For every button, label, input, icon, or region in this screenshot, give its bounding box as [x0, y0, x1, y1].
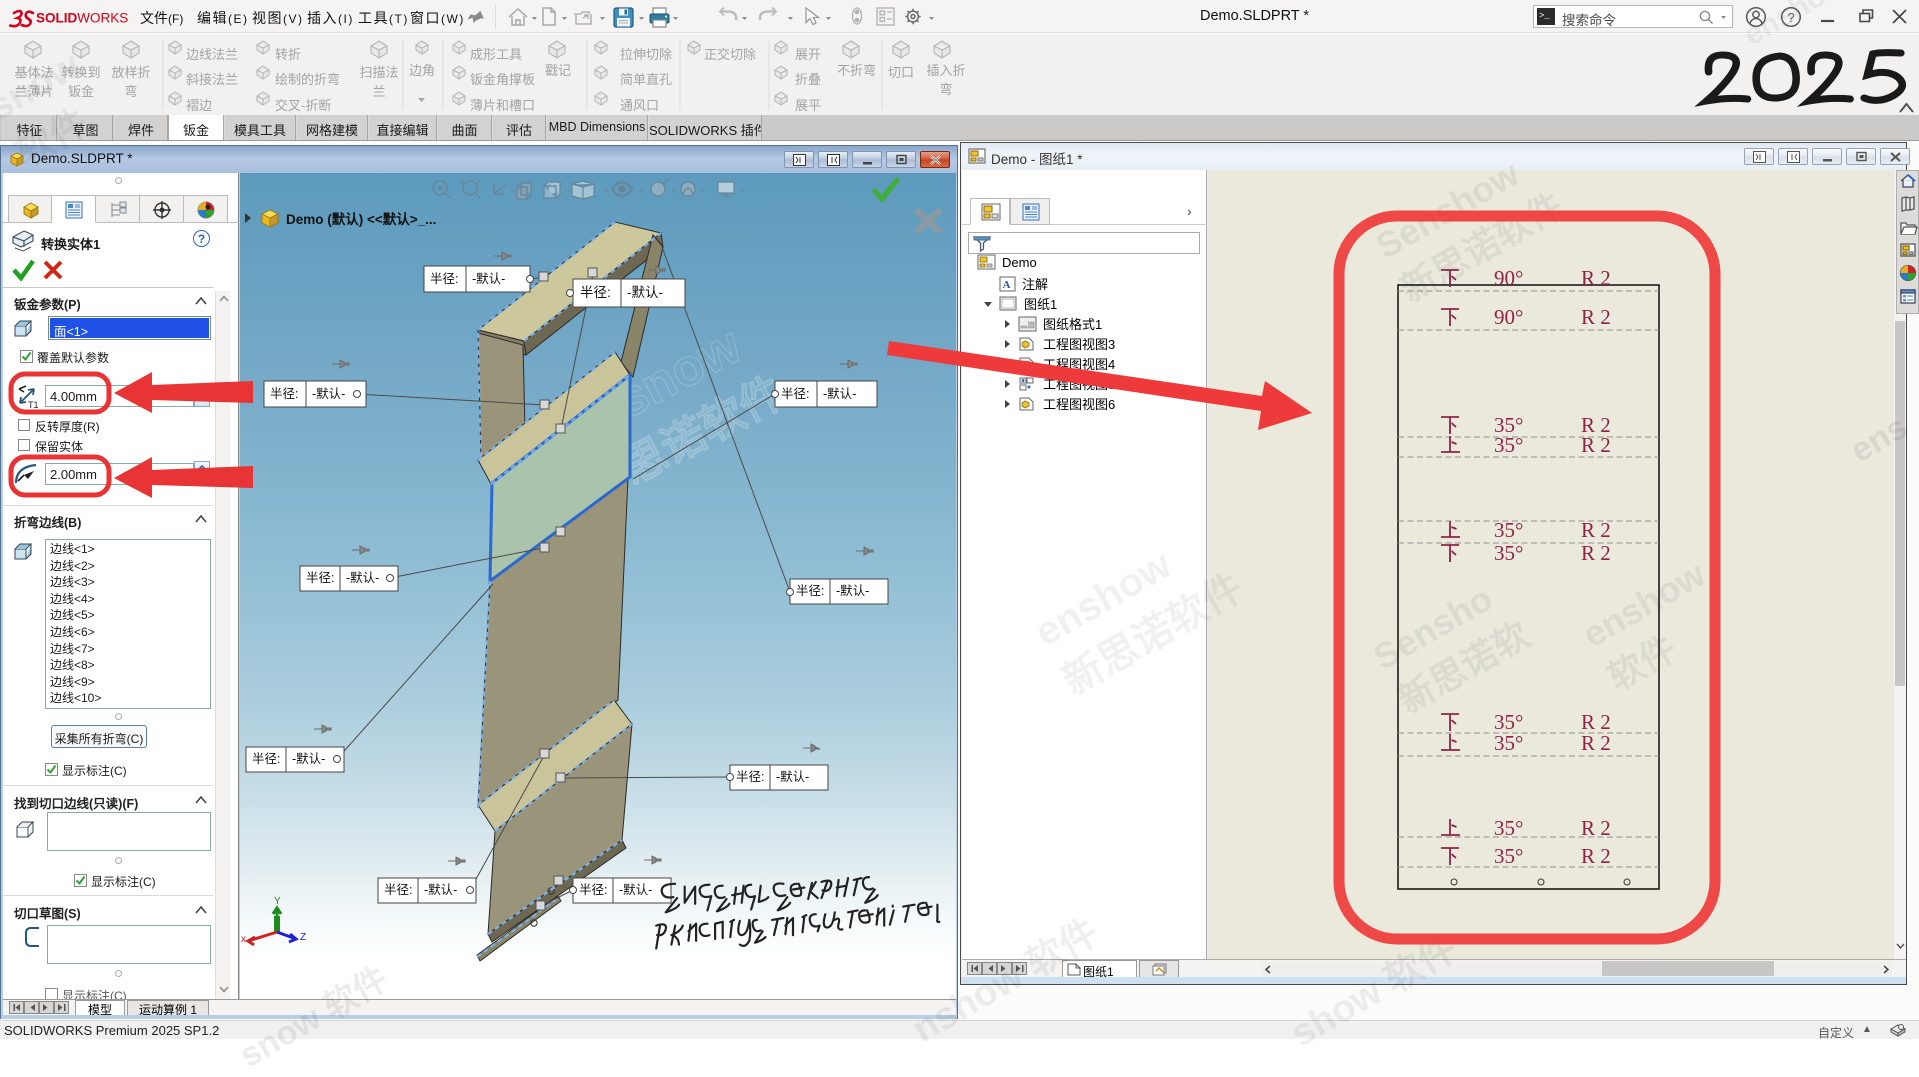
svg-text:半径:: 半径:	[579, 883, 607, 897]
svg-text:半径:: 半径:	[306, 571, 334, 585]
svg-text:-默认-: -默认-	[836, 583, 869, 598]
svg-text:图纸格式1: 图纸格式1	[1043, 317, 1102, 332]
svg-text:半径:: 半径:	[270, 387, 298, 401]
svg-text:工程图视图4: 工程图视图4	[1043, 357, 1115, 372]
svg-text:-默认-: -默认-	[312, 386, 345, 401]
svg-text:-默认-: -默认-	[472, 271, 505, 286]
svg-text:半径:: 半径:	[781, 387, 809, 401]
svg-text:注解: 注解	[1022, 277, 1048, 292]
svg-text:Demo (默认) <<默认>_...: Demo (默认) <<默认>_...	[286, 211, 436, 227]
svg-text:半径:: 半径:	[796, 584, 824, 598]
svg-text:T1: T1	[28, 400, 39, 409]
svg-text:半径:: 半径:	[580, 285, 611, 300]
svg-text:工程图视图5: 工程图视图5	[1043, 377, 1115, 392]
svg-text:Y: Y	[274, 896, 281, 907]
svg-text:x: x	[241, 934, 246, 945]
svg-text:-默认-: -默认-	[346, 570, 379, 585]
svg-text:Demo: Demo	[1002, 255, 1037, 270]
svg-text:-默认-: -默认-	[619, 882, 652, 897]
svg-text:-默认-: -默认-	[424, 882, 457, 897]
svg-text:工程图视图3: 工程图视图3	[1043, 337, 1115, 352]
svg-text:图纸1: 图纸1	[1024, 297, 1057, 312]
svg-text:半径:: 半径:	[252, 752, 280, 766]
svg-text:半径:: 半径:	[430, 272, 458, 286]
svg-text:-默认-: -默认-	[292, 751, 325, 766]
svg-text:半径:: 半径:	[384, 883, 412, 897]
svg-text:?: ?	[1788, 10, 1795, 25]
svg-text:工程图视图6: 工程图视图6	[1043, 397, 1115, 412]
svg-text:-默认-: -默认-	[627, 285, 663, 300]
svg-text:-默认-: -默认-	[823, 386, 856, 401]
svg-text:Z: Z	[300, 932, 306, 943]
svg-text:Sensnow: Sensnow	[831, 861, 956, 999]
svg-text:-默认-: -默认-	[776, 769, 809, 784]
svg-text:SOLIDWORKS: SOLIDWORKS	[36, 11, 128, 26]
svg-text:半径:: 半径:	[736, 770, 764, 784]
svg-text:A: A	[1003, 279, 1011, 291]
